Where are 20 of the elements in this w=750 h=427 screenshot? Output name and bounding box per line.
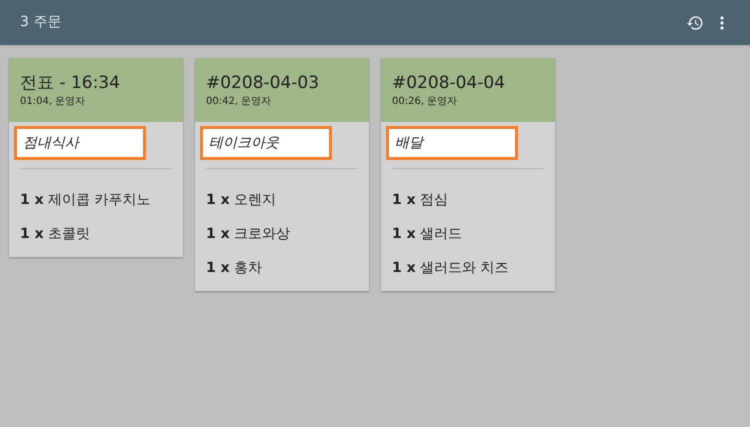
order-type-label: 테이크아웃 [200, 126, 332, 160]
order-time: 01:04, 운영자 [20, 95, 86, 109]
order-title: #0208-04-03 [206, 73, 320, 93]
order-item: 1 x 초콜릿 [20, 225, 90, 244]
order-title: #0208-04-04 [392, 73, 506, 93]
order-item: 1 x 오렌지 [206, 191, 276, 210]
order-item: 1 x 제이콥 카푸치노 [20, 191, 151, 210]
order-item: 1 x 샐러드와 치즈 [392, 259, 509, 278]
order-time: 00:42, 운영자 [206, 95, 272, 109]
order-item: 1 x 크로와상 [206, 225, 290, 244]
order-item: 1 x 점심 [392, 191, 448, 210]
order-item: 1 x 홍차 [206, 259, 262, 278]
order-time: 00:26, 운영자 [392, 95, 458, 109]
order-title: 전표 - 16:34 [20, 73, 120, 93]
order-type-label: 점내식사 [14, 126, 146, 160]
app-title: 3 주문 [20, 13, 62, 32]
history-icon[interactable] [686, 14, 704, 32]
order-type-label: 배달 [386, 126, 518, 160]
more-options-icon[interactable] [720, 16, 724, 30]
order-item: 1 x 샐러드 [392, 225, 462, 244]
